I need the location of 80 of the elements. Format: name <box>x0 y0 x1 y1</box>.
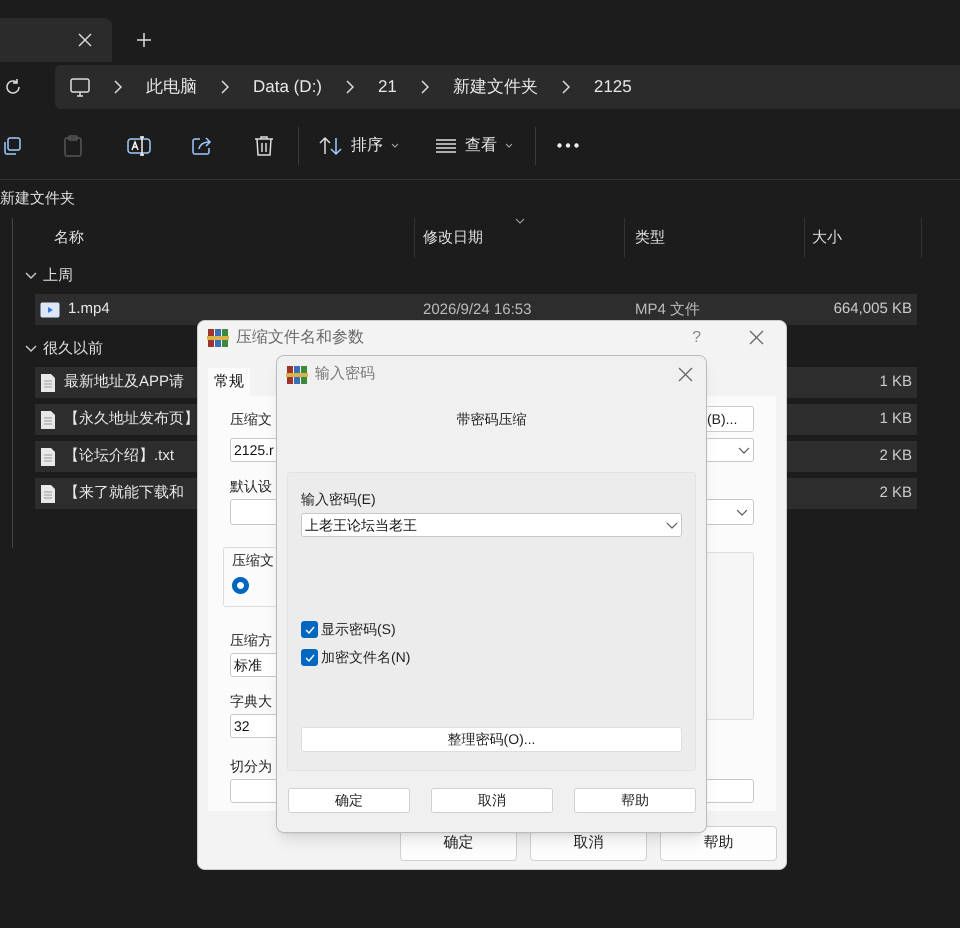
copy-icon[interactable] <box>2 136 22 156</box>
file-size: 1 KB <box>879 409 912 430</box>
video-file-icon <box>40 302 60 318</box>
dialog-button[interactable]: 确定 <box>288 788 410 813</box>
text-file-icon <box>40 372 56 392</box>
dialog-heading: 带密码压缩 <box>456 410 526 429</box>
caret-icon <box>505 143 513 148</box>
file-name: 【来了就能下载和 <box>64 483 184 504</box>
sort-arrows-icon <box>319 136 343 156</box>
dialog-button[interactable]: 取消 <box>431 788 553 813</box>
monitor-icon <box>70 78 90 96</box>
field-label: 字典大 <box>230 692 272 711</box>
close-icon[interactable] <box>749 330 764 345</box>
group-header[interactable]: 上周 <box>43 264 73 288</box>
password-combobox[interactable]: 上老王论坛当老王 <box>301 513 682 537</box>
field-label: 压缩方 <box>230 631 272 650</box>
column-header[interactable]: 类型 <box>635 226 665 250</box>
checkbox[interactable] <box>301 649 318 666</box>
breadcrumb-item[interactable]: 2125 <box>594 74 632 100</box>
chevron-right-icon <box>346 80 354 94</box>
column-header[interactable]: 大小 <box>812 226 842 250</box>
chevron-right-icon <box>114 80 122 94</box>
folder-title: 新建文件夹 <box>0 188 75 209</box>
breadcrumb-item[interactable]: Data (D:) <box>253 74 322 100</box>
sort-caret-icon <box>515 218 525 224</box>
column-header[interactable]: 修改日期 <box>423 226 483 250</box>
file-size: 1 KB <box>879 372 912 392</box>
view-button[interactable]: 查看 <box>435 134 513 158</box>
field-label: 压缩文 <box>230 410 272 429</box>
text-file-icon <box>40 446 56 466</box>
chevron-right-icon <box>420 80 429 94</box>
delete-icon[interactable] <box>254 134 274 156</box>
file-size: 2 KB <box>879 483 912 504</box>
field-label: 切分为 <box>230 757 272 776</box>
dialog-button[interactable]: 帮助 <box>660 826 777 861</box>
file-size: 664,005 KB <box>834 299 912 320</box>
breadcrumb-item[interactable]: 21 <box>378 74 397 100</box>
organize-passwords-button[interactable]: 整理密码(O)... <box>301 727 682 752</box>
file-name: 1.mp4 <box>68 299 110 320</box>
checkbox-label[interactable]: 显示密码(S) <box>321 619 396 640</box>
plus-icon[interactable] <box>137 33 151 47</box>
share-icon[interactable] <box>191 136 213 156</box>
column-header[interactable]: 名称 <box>54 226 84 250</box>
address-bar[interactable]: 此电脑 Data (D:) 21 新建文件夹 2125 <box>55 65 960 109</box>
close-icon[interactable] <box>678 367 693 382</box>
field-label: 输入密码(E) <box>301 490 377 509</box>
more-icon[interactable] <box>557 143 579 148</box>
dialog-tab[interactable]: 常规 <box>208 368 250 396</box>
file-date: 2026/9/24 16:53 <box>423 300 532 318</box>
file-name: 最新地址及APP请 <box>64 372 184 392</box>
checkmark-icon <box>304 654 314 662</box>
chevron-right-icon <box>221 80 229 94</box>
file-name: 【论坛介绍】.txt <box>64 446 174 466</box>
checkbox[interactable] <box>301 621 318 638</box>
breadcrumb-item[interactable]: 此电脑 <box>146 74 197 100</box>
group-header[interactable]: 很久以前 <box>43 338 103 360</box>
checkmark-icon <box>304 626 314 634</box>
archive-books-icon <box>207 328 229 348</box>
list-lines-icon <box>435 138 457 154</box>
caret-icon <box>391 143 399 148</box>
dialog-title: 输入密码 <box>315 364 375 384</box>
archive-books-icon <box>286 364 308 384</box>
file-type: MP4 文件 <box>635 300 700 318</box>
file-name: 【永久地址发布页】 <box>64 409 199 430</box>
group-label: 压缩文 <box>232 551 275 570</box>
chevron-down-icon[interactable] <box>25 272 37 280</box>
text-file-icon <box>40 410 56 430</box>
breadcrumb-item[interactable]: 新建文件夹 <box>452 74 538 100</box>
refresh-icon[interactable] <box>4 78 22 96</box>
checkbox-label[interactable]: 加密文件名(N) <box>321 647 410 668</box>
dialog-button[interactable]: 帮助 <box>574 788 696 813</box>
file-size: 2 KB <box>879 446 912 466</box>
field-label: 默认设 <box>230 477 272 496</box>
chevron-right-icon <box>562 80 570 94</box>
rename-icon[interactable] <box>127 136 151 156</box>
dialog-title: 压缩文件名和参数 <box>236 328 364 348</box>
sort-button[interactable]: 排序 <box>319 134 399 158</box>
text-file-icon <box>40 484 56 504</box>
chevron-down-icon[interactable] <box>25 345 37 353</box>
radio-button[interactable] <box>232 577 249 594</box>
